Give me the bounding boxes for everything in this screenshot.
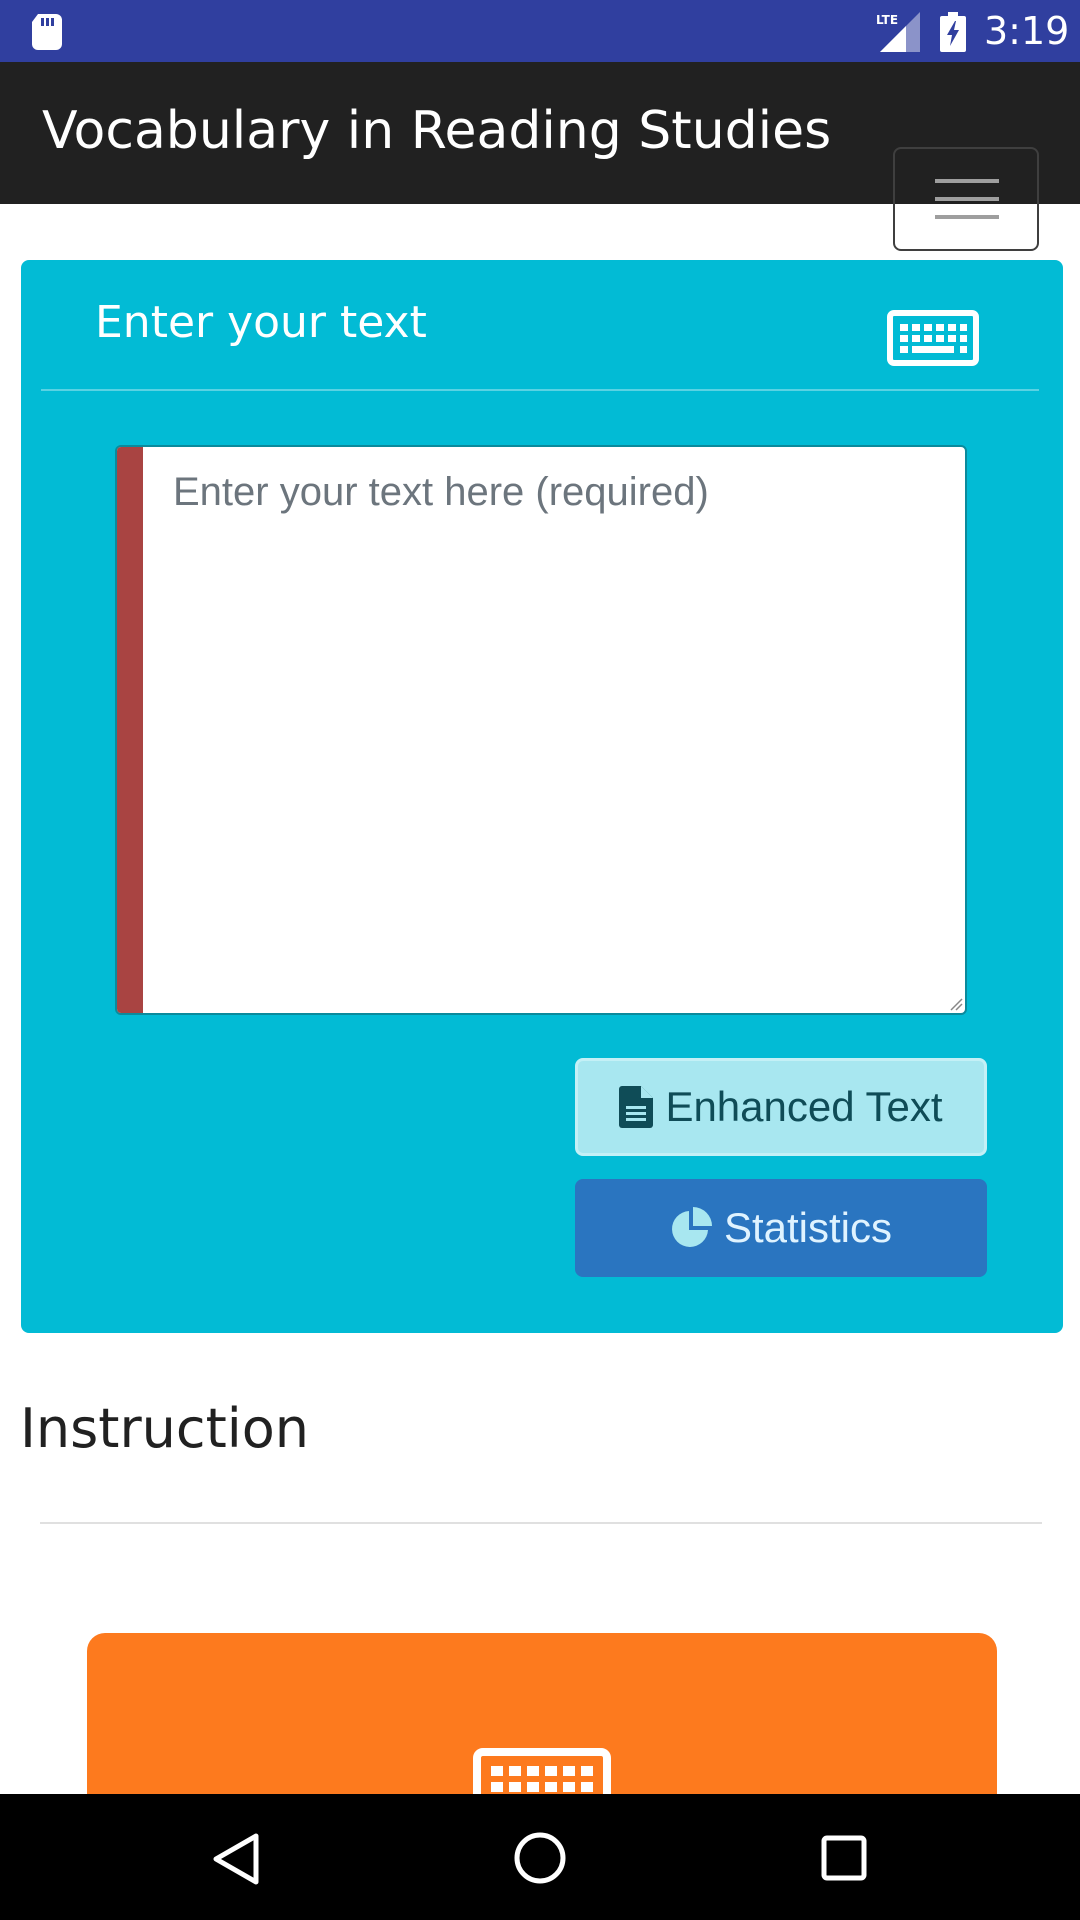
validation-indicator — [117, 447, 143, 1013]
svg-text:LTE: LTE — [876, 13, 898, 27]
text-area-container — [115, 445, 967, 1015]
enhanced-text-label: Enhanced Text — [665, 1083, 943, 1130]
recent-apps-icon[interactable] — [820, 1834, 868, 1882]
card-divider — [41, 389, 1039, 391]
back-icon[interactable] — [212, 1832, 260, 1886]
app-title[interactable]: Vocabulary in Reading Studies — [42, 100, 831, 162]
section-divider — [40, 1522, 1042, 1524]
clock: 3:19 — [984, 9, 1070, 53]
instruction-heading: Instruction — [20, 1397, 310, 1460]
navbar-toggler-button[interactable] — [893, 147, 1039, 251]
system-nav-bar — [0, 1794, 1080, 1920]
signal-icon: LTE — [876, 12, 920, 52]
status-bar: LTE 3:19 — [0, 0, 1080, 62]
app-navbar: Vocabulary in Reading Studies — [0, 62, 1080, 251]
resize-handle-icon[interactable] — [949, 997, 963, 1011]
pie-chart-icon — [671, 1207, 712, 1247]
text-input[interactable] — [143, 447, 965, 1013]
enhanced-text-button[interactable]: Enhanced Text — [575, 1058, 987, 1156]
sd-card-icon — [32, 14, 62, 50]
card-header-title: Enter your text — [95, 297, 427, 348]
text-input-card: Enter your text Enhanced Text — [21, 260, 1063, 1333]
statistics-label: Statistics — [723, 1204, 893, 1251]
battery-charging-icon — [940, 12, 966, 52]
keyboard-icon — [887, 310, 979, 366]
statistics-button[interactable]: Statistics — [575, 1179, 987, 1277]
document-icon — [619, 1086, 654, 1128]
home-icon[interactable] — [512, 1830, 568, 1886]
hamburger-menu-icon — [935, 179, 999, 219]
